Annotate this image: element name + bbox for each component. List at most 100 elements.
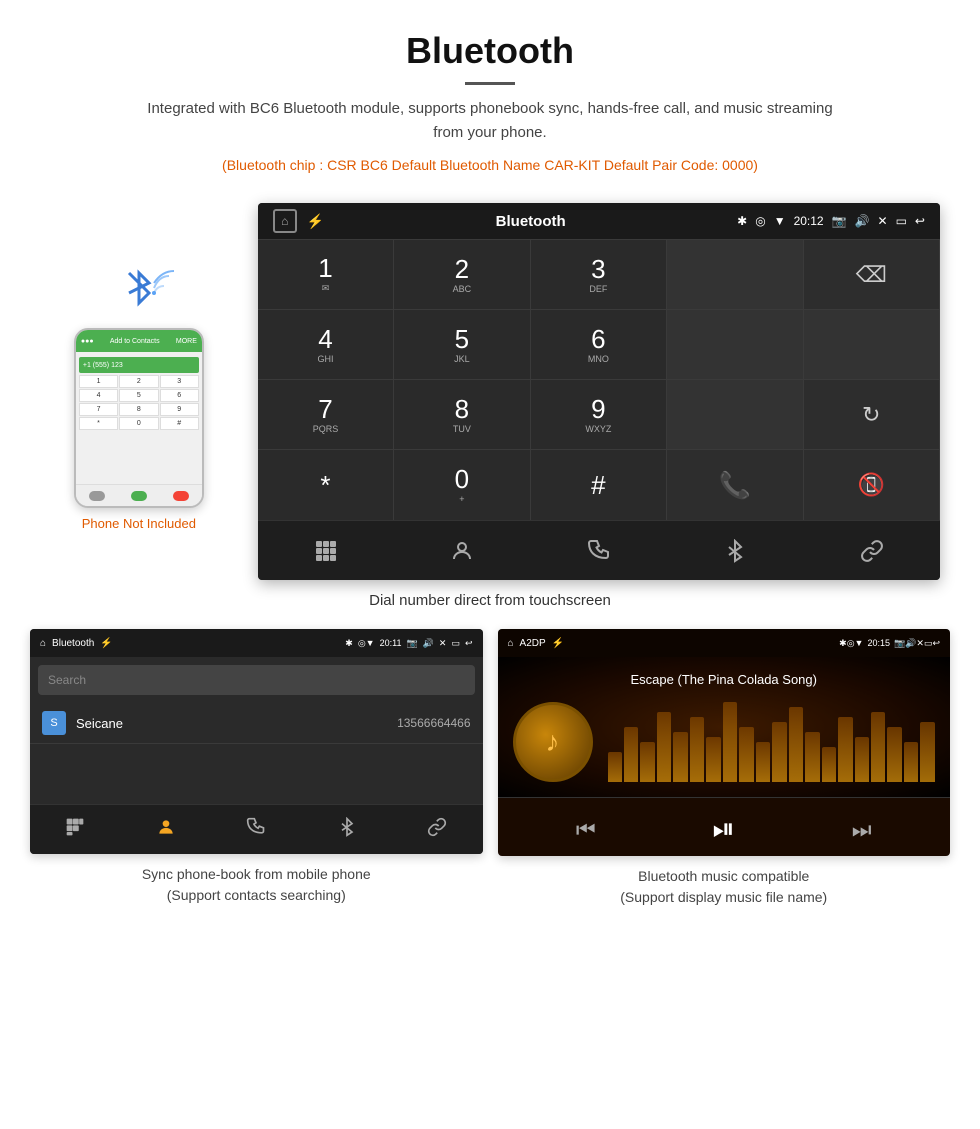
dial-key-9[interactable]: 9WXYZ xyxy=(531,380,667,450)
nav-phone-icon[interactable] xyxy=(587,539,611,563)
page-title: Bluetooth xyxy=(20,30,960,72)
pb-title: Bluetooth xyxy=(52,638,94,649)
music-play-button[interactable]: ⏯ xyxy=(713,813,735,846)
music-screen: ⌂ A2DP ⚡ ✱◎▼ 20:15 📷🔊✕▭↩ Escape (The Pin… xyxy=(498,629,951,856)
music-content: Escape (The Pina Colada Song) ♪ xyxy=(498,657,951,797)
dial-key-refresh[interactable]: ↻ xyxy=(804,380,940,450)
pb-avatar: S xyxy=(42,711,66,735)
music-song-title: Escape (The Pina Colada Song) xyxy=(631,672,817,687)
pb-status-bar: ⌂ Bluetooth ⚡ ✱ ◎▼ 20:11 📷 🔊 ✕ ▭ ↩ xyxy=(30,629,483,657)
dial-key-empty-4 xyxy=(667,380,803,450)
dial-key-call[interactable]: 📞 xyxy=(667,450,803,520)
album-art: ♪ xyxy=(513,702,593,782)
music-item: ⌂ A2DP ⚡ ✱◎▼ 20:15 📷🔊✕▭↩ Escape (The Pin… xyxy=(498,629,951,908)
pb-nav-contacts[interactable] xyxy=(156,817,176,842)
phone-top-bar: ●●● Add to Contacts MORE xyxy=(76,330,202,352)
dial-key-0[interactable]: 0+ xyxy=(394,450,530,520)
status-bar-right: ✱ ◎ ▼ 20:12 📷 🔊 ✕ ▭ ↩ xyxy=(737,214,925,228)
nav-contacts-icon[interactable] xyxy=(450,539,474,563)
phone-mockup: ●●● Add to Contacts MORE +1 (555) 123 12… xyxy=(74,328,204,508)
nav-bluetooth-icon[interactable] xyxy=(723,539,747,563)
dial-key-5[interactable]: 5JKL xyxy=(394,310,530,380)
pb-vol-icon: 🔊 xyxy=(423,638,434,649)
bt-icon-container xyxy=(119,263,159,318)
phonebook-screen: ⌂ Bluetooth ⚡ ✱ ◎▼ 20:11 📷 🔊 ✕ ▭ ↩ Searc… xyxy=(30,629,483,854)
main-status-bar: ⌂ ⚡ Bluetooth ✱ ◎ ▼ 20:12 📷 🔊 ✕ ▭ ↩ xyxy=(258,203,940,239)
pb-nav-bluetooth[interactable] xyxy=(337,817,357,842)
phone-side: ●●● Add to Contacts MORE +1 (555) 123 12… xyxy=(40,263,238,531)
camera-icon: 📷 xyxy=(832,214,847,228)
pb-bt-icon: ✱ xyxy=(345,638,353,649)
music-time: 20:15 xyxy=(867,638,890,648)
dial-key-hangup[interactable]: 📵 xyxy=(804,450,940,520)
bluetooth-status-icon: ✱ xyxy=(737,214,747,228)
main-caption: Dial number direct from touchscreen xyxy=(0,592,980,609)
music-next-button[interactable]: ⏭ xyxy=(852,817,872,843)
volume-icon: 🔊 xyxy=(855,214,870,228)
nav-link-icon[interactable] xyxy=(860,539,884,563)
dial-key-empty-3 xyxy=(804,310,940,380)
dial-key-1[interactable]: 1✉ xyxy=(258,240,394,310)
music-title: A2DP xyxy=(520,638,546,649)
phonebook-item: ⌂ Bluetooth ⚡ ✱ ◎▼ 20:11 📷 🔊 ✕ ▭ ↩ Searc… xyxy=(30,629,483,908)
lower-section: ⌂ Bluetooth ⚡ ✱ ◎▼ 20:11 📷 🔊 ✕ ▭ ↩ Searc… xyxy=(0,629,980,908)
pb-window-icon: ▭ xyxy=(451,638,460,649)
pb-time: 20:11 xyxy=(380,638,402,648)
description: Integrated with BC6 Bluetooth module, su… xyxy=(140,97,840,145)
pb-search-placeholder: Search xyxy=(48,673,86,687)
music-home-icon: ⌂ xyxy=(508,638,514,649)
pb-x-icon: ✕ xyxy=(439,638,447,649)
page-header: Bluetooth Integrated with BC6 Bluetooth … xyxy=(0,0,980,203)
usb-icon: ⚡ xyxy=(307,213,324,230)
signal-icon: ▼ xyxy=(774,214,786,228)
dial-key-4[interactable]: 4GHI xyxy=(258,310,394,380)
music-art-area: ♪ xyxy=(513,702,936,782)
pb-signal-icon: ◎▼ xyxy=(358,638,375,649)
screen-title: Bluetooth xyxy=(496,213,566,230)
location-icon: ◎ xyxy=(755,214,765,228)
dial-key-6[interactable]: 6MNO xyxy=(531,310,667,380)
back-icon: ↩ xyxy=(915,214,925,228)
specs-text: (Bluetooth chip : CSR BC6 Default Blueto… xyxy=(20,157,960,173)
dial-key-empty-2 xyxy=(667,310,803,380)
pb-usb-icon: ⚡ xyxy=(100,638,112,649)
main-bottom-nav xyxy=(258,520,940,580)
window-icon: ▭ xyxy=(896,214,907,228)
main-dialpad-screen: ⌂ ⚡ Bluetooth ✱ ◎ ▼ 20:12 📷 🔊 ✕ ▭ ↩ 1✉ xyxy=(258,203,940,580)
pb-contact-phone: 13566664466 xyxy=(397,716,470,730)
dial-key-7[interactable]: 7PQRS xyxy=(258,380,394,450)
status-bar-left: ⌂ ⚡ xyxy=(273,209,324,233)
dial-key-star[interactable]: * xyxy=(258,450,394,520)
pb-contact-row[interactable]: S Seicane 13566664466 xyxy=(30,703,483,744)
dial-key-8[interactable]: 8TUV xyxy=(394,380,530,450)
dial-key-3[interactable]: 3DEF xyxy=(531,240,667,310)
music-caption: Bluetooth music compatible(Support displ… xyxy=(498,866,951,908)
music-usb-icon: ⚡ xyxy=(552,638,564,649)
dialpad-grid: 1✉ 2ABC 3DEF ⌫ 4GHI 5JKL 6MNO xyxy=(258,239,940,520)
pb-bottom-nav xyxy=(30,804,483,854)
dial-key-hash[interactable]: # xyxy=(531,450,667,520)
pb-nav-grid[interactable] xyxy=(65,817,85,842)
pb-contact-name: Seicane xyxy=(76,716,397,731)
home-button[interactable]: ⌂ xyxy=(273,209,297,233)
pb-search-bar[interactable]: Search xyxy=(38,665,475,695)
dial-key-backspace[interactable]: ⌫ xyxy=(804,240,940,310)
title-divider xyxy=(465,82,515,85)
music-controls: ⏮ ⏯ ⏭ xyxy=(498,797,951,856)
pb-nav-phone[interactable] xyxy=(246,817,266,842)
pb-nav-link[interactable] xyxy=(427,817,447,842)
status-time: 20:12 xyxy=(794,214,824,228)
pb-home-icon: ⌂ xyxy=(40,638,46,649)
phonebook-caption: Sync phone-book from mobile phone(Suppor… xyxy=(30,864,483,906)
close-icon: ✕ xyxy=(878,214,888,228)
music-prev-button[interactable]: ⏮ xyxy=(576,817,596,843)
main-screen-area: ●●● Add to Contacts MORE +1 (555) 123 12… xyxy=(0,203,980,580)
dial-key-2[interactable]: 2ABC xyxy=(394,240,530,310)
music-status-bar: ⌂ A2DP ⚡ ✱◎▼ 20:15 📷🔊✕▭↩ xyxy=(498,629,951,657)
nav-dialpad-icon[interactable] xyxy=(314,539,338,563)
dial-key-empty-1 xyxy=(667,240,803,310)
phone-not-included-label: Phone Not Included xyxy=(82,516,196,531)
music-note-icon: ♪ xyxy=(546,726,560,758)
wifi-waves-icon xyxy=(149,268,179,298)
pb-back-icon: ↩ xyxy=(465,638,473,649)
